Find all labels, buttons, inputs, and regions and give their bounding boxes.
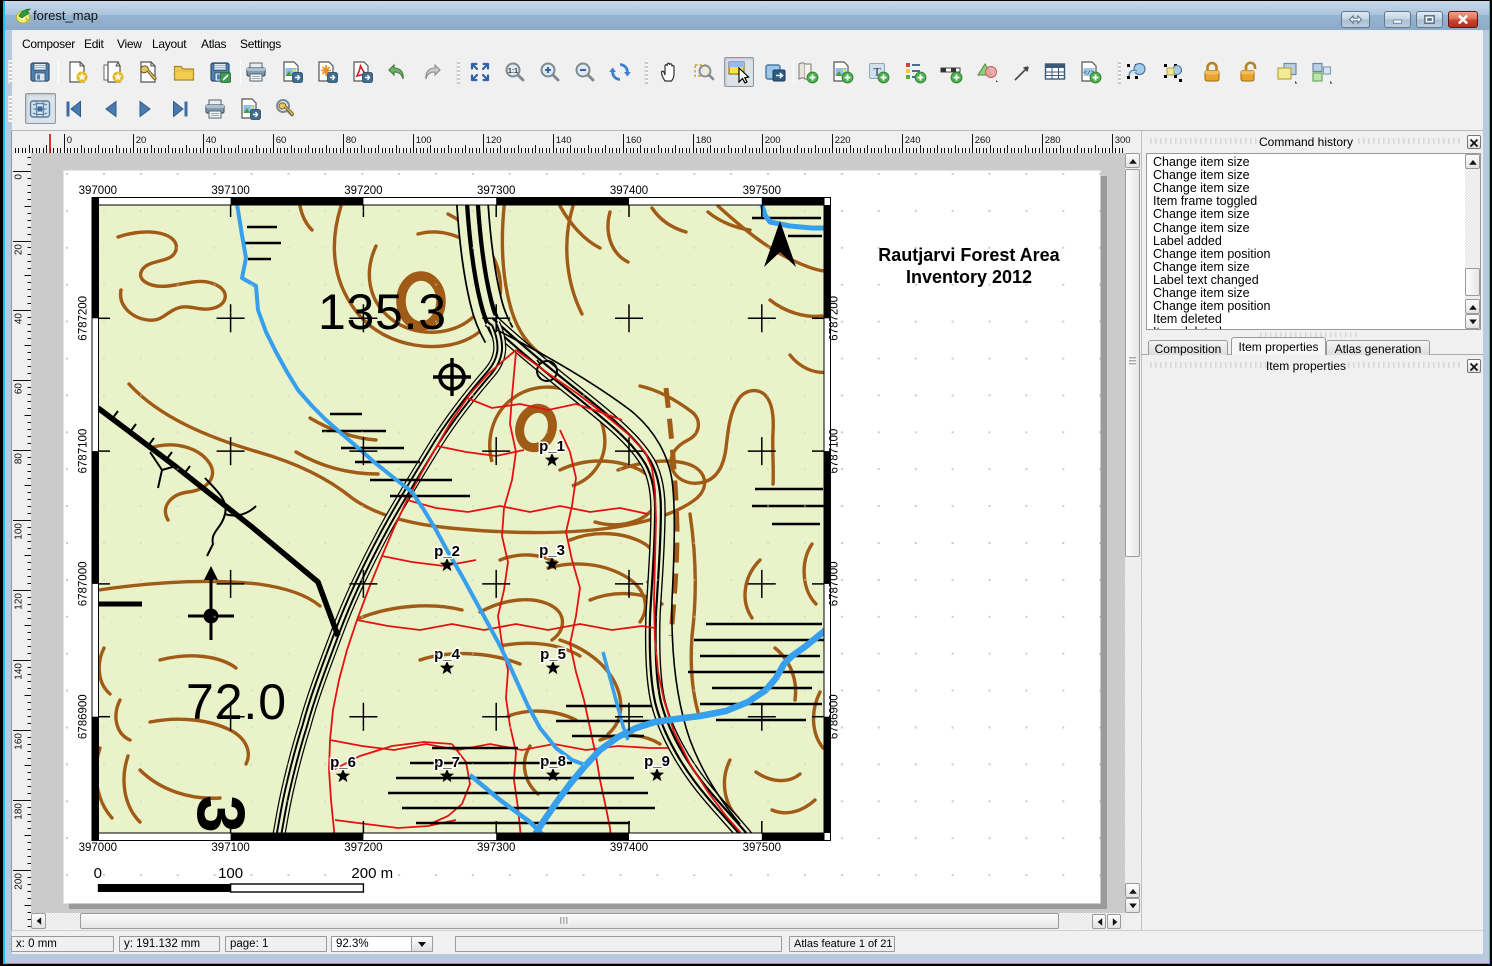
svg-text:0: 0	[67, 135, 72, 146]
svg-text:397200: 397200	[344, 842, 382, 854]
svg-text:40: 40	[206, 135, 217, 146]
svg-text:0: 0	[94, 865, 102, 882]
svg-text:160: 160	[626, 135, 642, 146]
svg-text:397300: 397300	[477, 842, 515, 854]
svg-text:Inventory 2012: Inventory 2012	[906, 267, 1032, 287]
svg-text:200: 200	[14, 873, 25, 890]
svg-text:140: 140	[556, 135, 572, 146]
svg-text:100: 100	[14, 523, 25, 540]
svg-text:397500: 397500	[743, 842, 781, 854]
svg-text:200 m: 200 m	[351, 865, 393, 882]
svg-text:Rautjarvi Forest Area: Rautjarvi Forest Area	[878, 245, 1060, 265]
svg-text:397100: 397100	[211, 185, 249, 197]
svg-text:397400: 397400	[610, 842, 648, 854]
svg-text:240: 240	[905, 135, 921, 146]
svg-text:397000: 397000	[79, 842, 117, 854]
svg-text:80: 80	[14, 453, 25, 465]
svg-text:60: 60	[276, 135, 287, 146]
svg-text:1:1: 1:1	[508, 68, 518, 75]
svg-text:397500: 397500	[743, 185, 781, 197]
svg-text:160: 160	[14, 733, 25, 750]
svg-text:280: 280	[1045, 135, 1061, 146]
svg-text:6786900: 6786900	[78, 694, 90, 739]
svg-text:397400: 397400	[610, 185, 648, 197]
svg-text:6787000: 6787000	[829, 562, 841, 607]
svg-text:300: 300	[1115, 135, 1131, 146]
svg-text:6787100: 6787100	[78, 429, 90, 474]
svg-text:40: 40	[14, 313, 25, 325]
svg-text:397300: 397300	[477, 185, 515, 197]
svg-text:60: 60	[14, 383, 25, 395]
svg-text:180: 180	[14, 803, 25, 820]
svg-text:200: 200	[765, 135, 781, 146]
svg-text:20: 20	[14, 244, 25, 256]
svg-text:0: 0	[14, 174, 25, 180]
svg-text:260: 260	[975, 135, 991, 146]
svg-text:120: 120	[486, 135, 502, 146]
svg-text:100: 100	[416, 135, 432, 146]
svg-text:397200: 397200	[344, 185, 382, 197]
svg-text:6787000: 6787000	[78, 562, 90, 607]
svg-text:140: 140	[14, 663, 25, 680]
svg-text:100: 100	[218, 865, 243, 882]
svg-text:20: 20	[136, 135, 147, 146]
svg-text:120: 120	[14, 593, 25, 610]
svg-text:397100: 397100	[211, 842, 249, 854]
svg-text:6787200: 6787200	[829, 296, 841, 341]
svg-text:6787200: 6787200	[78, 296, 90, 341]
svg-text:220: 220	[835, 135, 851, 146]
svg-text:180: 180	[696, 135, 712, 146]
svg-text:397000: 397000	[79, 185, 117, 197]
svg-text:6786900: 6786900	[829, 694, 841, 739]
svg-text:6787100: 6787100	[829, 429, 841, 474]
svg-text:80: 80	[346, 135, 357, 146]
